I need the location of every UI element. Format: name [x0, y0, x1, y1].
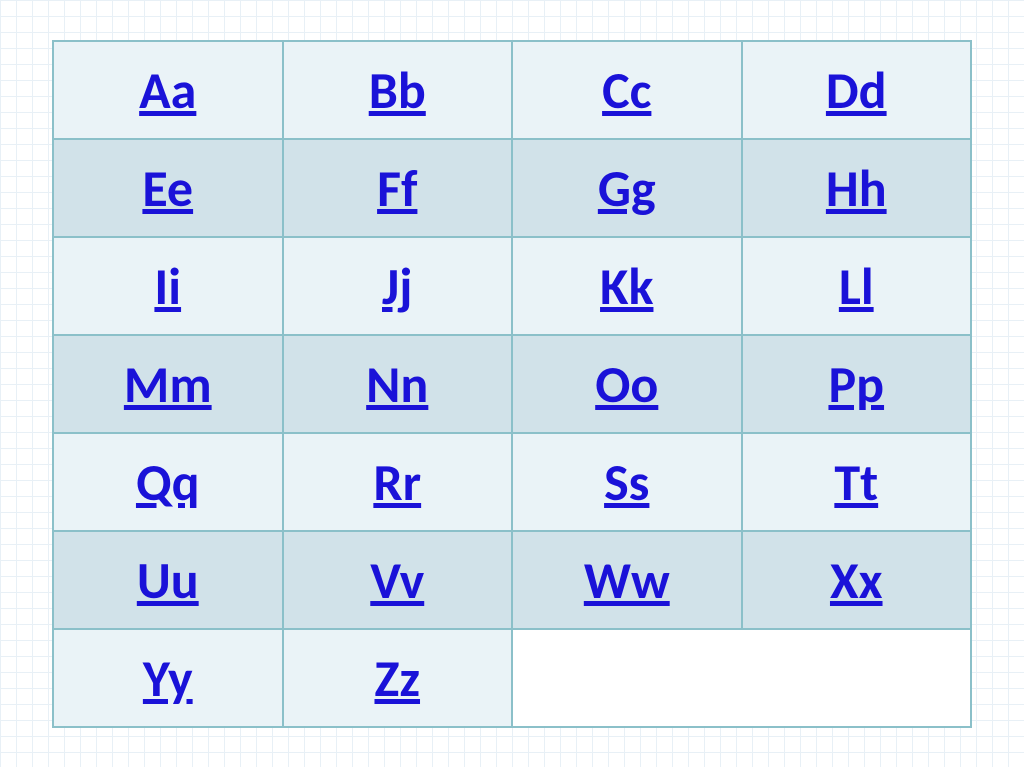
table-row: Aa Bb Cc Dd	[53, 41, 971, 139]
table-cell: Kk	[512, 237, 742, 335]
table-cell: Mm	[53, 335, 283, 433]
letter-link-m[interactable]: Mm	[124, 358, 212, 410]
letter-link-s[interactable]: Ss	[604, 456, 649, 508]
alphabet-table-container: Aa Bb Cc Dd Ee Ff Gg Hh Ii Jj Kk Ll Mm N…	[52, 40, 972, 728]
table-cell: Oo	[512, 335, 742, 433]
letter-link-h[interactable]: Hh	[826, 162, 887, 214]
letter-link-g[interactable]: Gg	[598, 162, 656, 214]
table-cell: Rr	[283, 433, 513, 531]
table-cell: Yy	[53, 629, 283, 727]
table-row: Ee Ff Gg Hh	[53, 139, 971, 237]
letter-link-z[interactable]: Zz	[374, 652, 420, 704]
table-cell: Xx	[742, 531, 972, 629]
letter-link-x[interactable]: Xx	[830, 554, 883, 606]
letter-link-d[interactable]: Dd	[826, 64, 887, 116]
table-row: Uu Vv Ww Xx	[53, 531, 971, 629]
letter-link-f[interactable]: Ff	[377, 162, 417, 214]
table-cell: Ii	[53, 237, 283, 335]
letter-link-c[interactable]: Cc	[602, 64, 651, 116]
alphabet-table: Aa Bb Cc Dd Ee Ff Gg Hh Ii Jj Kk Ll Mm N…	[52, 40, 972, 728]
table-cell: Ff	[283, 139, 513, 237]
letter-link-v[interactable]: Vv	[370, 554, 424, 606]
table-row: Mm Nn Oo Pp	[53, 335, 971, 433]
table-cell: Ss	[512, 433, 742, 531]
letter-link-r[interactable]: Rr	[373, 456, 421, 508]
table-cell: Pp	[742, 335, 972, 433]
table-cell: Bb	[283, 41, 513, 139]
table-cell: Dd	[742, 41, 972, 139]
letter-link-t[interactable]: Tt	[834, 456, 878, 508]
table-cell: Aa	[53, 41, 283, 139]
table-row: Ii Jj Kk Ll	[53, 237, 971, 335]
letter-link-n[interactable]: Nn	[366, 358, 428, 410]
table-cell: Ww	[512, 531, 742, 629]
letter-link-k[interactable]: Kk	[600, 260, 653, 312]
table-cell-empty	[512, 629, 971, 727]
table-cell: Uu	[53, 531, 283, 629]
letter-link-w[interactable]: Ww	[584, 554, 670, 606]
table-cell: Tt	[742, 433, 972, 531]
letter-link-l[interactable]: Ll	[839, 260, 874, 312]
letter-link-a[interactable]: Aa	[139, 64, 196, 116]
letter-link-o[interactable]: Oo	[595, 358, 658, 410]
table-cell: Qq	[53, 433, 283, 531]
letter-link-j[interactable]: Jj	[382, 260, 413, 312]
table-row: Qq Rr Ss Tt	[53, 433, 971, 531]
table-cell: Hh	[742, 139, 972, 237]
table-cell: Zz	[283, 629, 513, 727]
letter-link-p[interactable]: Pp	[828, 358, 884, 410]
table-cell: Ee	[53, 139, 283, 237]
table-cell: Gg	[512, 139, 742, 237]
letter-link-i[interactable]: Ii	[154, 260, 181, 312]
table-cell: Jj	[283, 237, 513, 335]
table-row: Yy Zz	[53, 629, 971, 727]
letter-link-u[interactable]: Uu	[137, 554, 199, 606]
table-cell: Vv	[283, 531, 513, 629]
table-cell: Ll	[742, 237, 972, 335]
letter-link-q[interactable]: Qq	[136, 456, 200, 508]
table-cell: Nn	[283, 335, 513, 433]
letter-link-b[interactable]: Bb	[369, 64, 426, 116]
table-cell: Cc	[512, 41, 742, 139]
letter-link-y[interactable]: Yy	[143, 652, 193, 704]
letter-link-e[interactable]: Ee	[142, 162, 193, 214]
